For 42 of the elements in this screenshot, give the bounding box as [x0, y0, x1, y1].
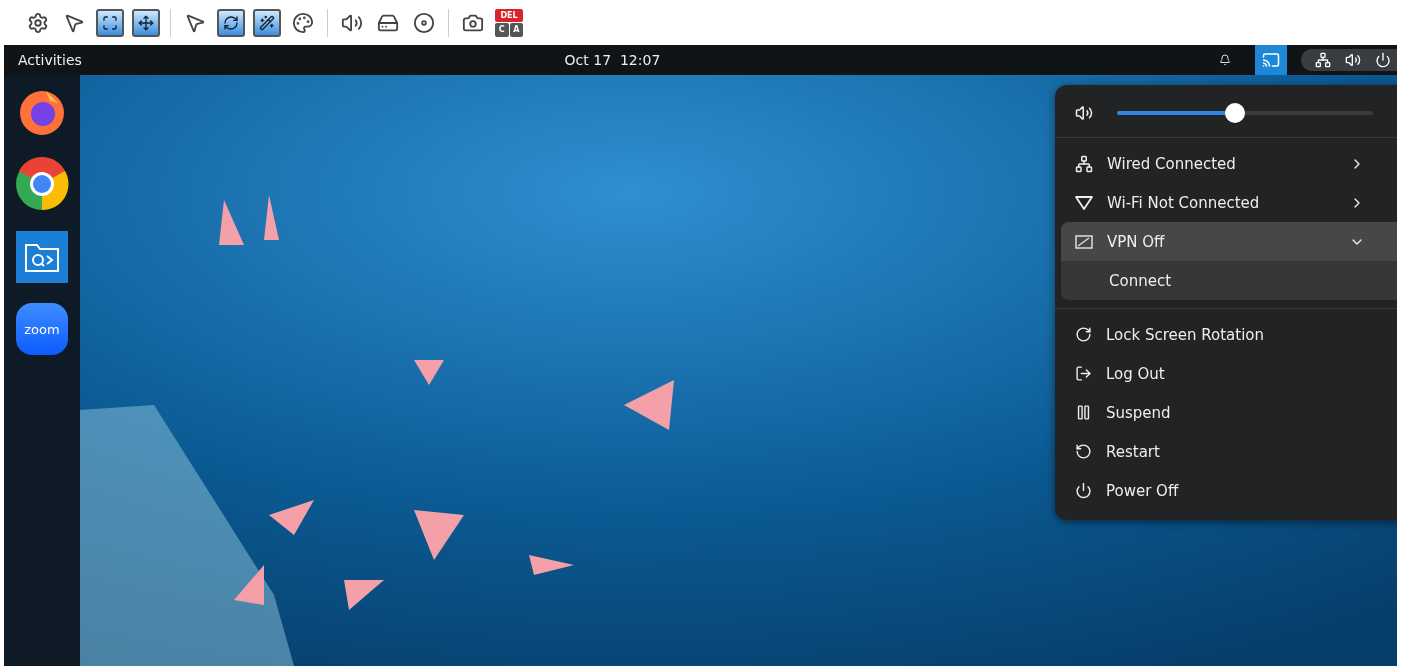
wifi-icon: [1075, 194, 1093, 211]
vpn-icon: [1075, 234, 1093, 249]
power-icon: [1075, 482, 1092, 499]
zoom-app-icon[interactable]: zoom: [16, 303, 68, 355]
triangle-shape: [344, 580, 384, 610]
triangle-shape: [414, 360, 444, 385]
activities-button[interactable]: Activities: [4, 52, 96, 68]
menu-item[interactable]: Log Out: [1055, 354, 1397, 393]
menu-item[interactable]: Restart: [1055, 432, 1397, 471]
menu-item[interactable]: Power Off: [1055, 471, 1397, 510]
submenu-item[interactable]: Connect: [1061, 261, 1397, 300]
menu-item[interactable]: Suspend: [1055, 393, 1397, 432]
wand-icon[interactable]: [253, 8, 281, 37]
move-icon[interactable]: [132, 8, 160, 37]
triangle-shape: [414, 510, 464, 560]
rotation-icon: [1075, 326, 1092, 343]
power-icon: [1375, 52, 1391, 68]
triangle-shape: [529, 555, 574, 575]
volume-icon: [1345, 52, 1361, 68]
triangle-shape: [269, 500, 314, 535]
refresh-icon[interactable]: [217, 8, 245, 37]
wired-network-icon: [1315, 52, 1331, 68]
network-menu-item[interactable]: Wired Connected: [1055, 144, 1397, 183]
screencast-indicator[interactable]: [1255, 45, 1287, 75]
triangle-shape: [234, 565, 264, 605]
network-menu-item[interactable]: Wi-Fi Not Connected: [1055, 183, 1397, 222]
menu-item[interactable]: Lock Screen Rotation: [1055, 315, 1397, 354]
triangle-shape: [264, 195, 279, 240]
chrome-app-icon[interactable]: [15, 157, 69, 211]
pause-icon: [1075, 404, 1092, 421]
volume-thumb[interactable]: [1224, 103, 1245, 123]
volume-icon: [1075, 104, 1093, 122]
folder-search-app-icon[interactable]: [16, 231, 68, 283]
triangle-shape: [219, 200, 244, 245]
log-out-icon: [1075, 365, 1092, 382]
restart-icon: [1075, 443, 1092, 460]
network-menu-item[interactable]: VPN Off: [1061, 222, 1397, 261]
triangle-shape: [624, 380, 674, 430]
clock[interactable]: Oct 17 12:07: [564, 52, 661, 68]
wired-network-icon: [1075, 154, 1093, 173]
fullscreen-icon[interactable]: [96, 8, 124, 37]
system-status-menu[interactable]: [1301, 49, 1397, 71]
